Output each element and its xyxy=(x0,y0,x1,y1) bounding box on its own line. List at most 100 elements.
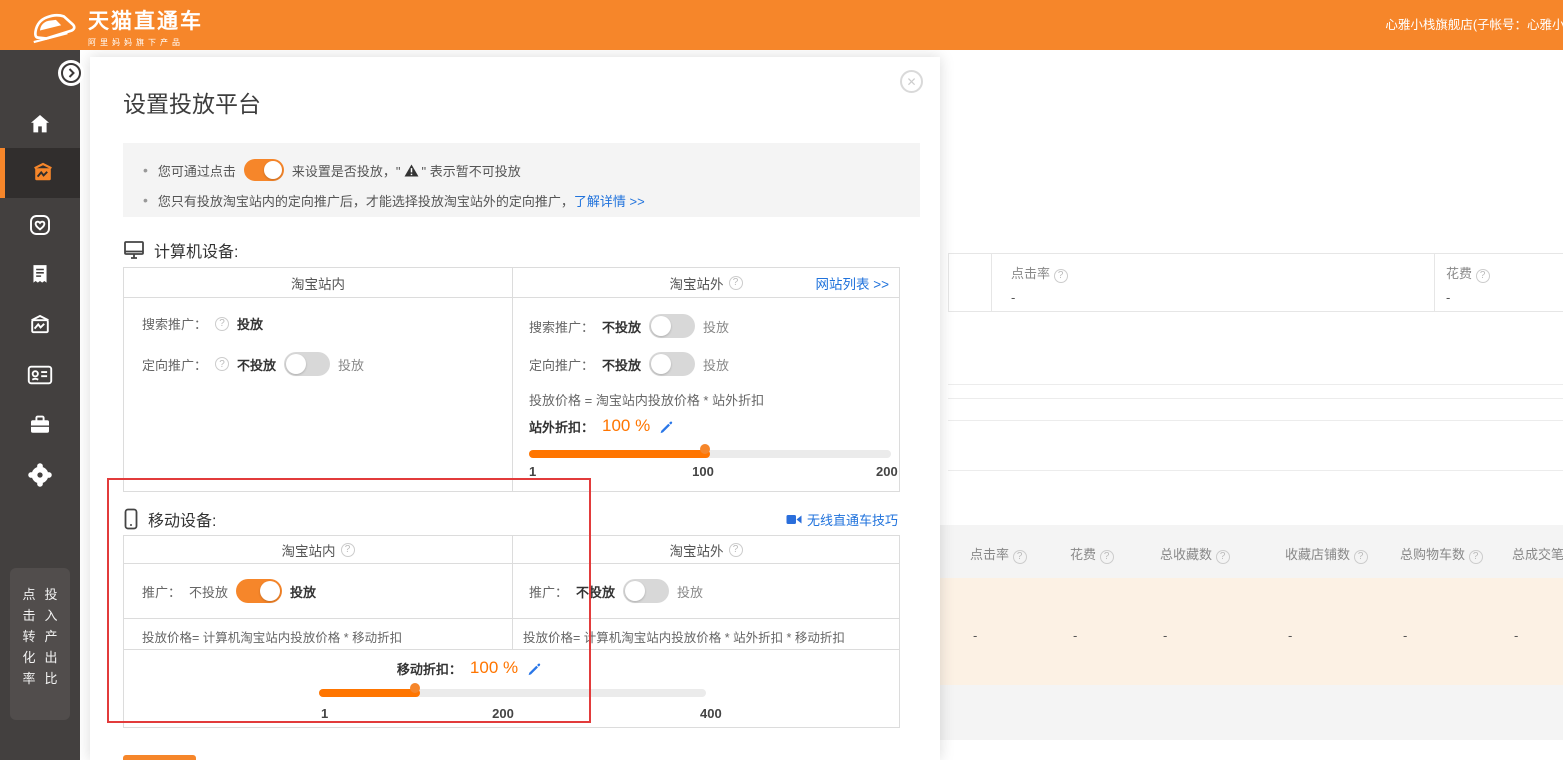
section-title: 计算机设备: xyxy=(154,238,238,262)
status-on: 投放 xyxy=(237,314,263,333)
mobile-offsite-promo-row: 推广： 不投放 投放 xyxy=(529,579,703,603)
receipt-icon xyxy=(29,263,51,287)
cell-value: - xyxy=(1073,628,1077,643)
col-header[interactable]: 花费 xyxy=(1070,544,1114,564)
cell-value: - xyxy=(973,628,977,643)
cell-value: - xyxy=(1288,628,1292,643)
stat-cost: 花费 - xyxy=(1446,263,1490,305)
help-icon[interactable] xyxy=(729,543,743,557)
learn-more-link[interactable]: 了解详情 >> xyxy=(574,191,645,210)
mobile-offsite-promo-toggle[interactable] xyxy=(623,579,669,603)
sidebar-item-account[interactable] xyxy=(0,350,80,400)
help-icon[interactable] xyxy=(729,276,743,290)
stat-value: - xyxy=(1011,290,1068,305)
wireless-tips-link[interactable]: 无线直通车技巧 xyxy=(786,510,898,529)
table-row[interactable] xyxy=(940,685,1563,740)
pc-offsite-price-formula: 投放价格 = 淘宝站内投放价格 * 站外折扣 xyxy=(529,390,764,409)
edit-pencil-icon[interactable] xyxy=(526,661,541,676)
pc-offsite-search-toggle[interactable] xyxy=(649,314,695,338)
stat-click-rate: 点击率 - xyxy=(1011,263,1068,305)
help-icon[interactable] xyxy=(341,543,355,557)
col-header[interactable]: 收藏店铺数 xyxy=(1285,544,1368,564)
computer-platform-table: 淘宝站内 淘宝站外 网站列表 >> 搜索推广： 投放 定向推广： 不投放 投放 xyxy=(123,267,900,492)
close-icon[interactable]: ✕ xyxy=(900,70,923,93)
metric-roi: 投入产出比 xyxy=(43,584,59,720)
sidebar-item-creative[interactable] xyxy=(0,300,80,350)
mobile-offsite-price-formula: 投放价格= 计算机淘宝站内投放价格 * 站外折扣 * 移动折扣 xyxy=(523,627,845,646)
table-row-highlighted[interactable]: - - - - - - xyxy=(940,578,1563,685)
slider-handle[interactable] xyxy=(700,444,710,454)
sidebar-item-home[interactable] xyxy=(0,99,80,149)
col-header[interactable]: 总收藏数 xyxy=(1160,544,1230,564)
sidebar-item-campaign[interactable] xyxy=(0,148,80,198)
mobile-section-header: 移动设备: xyxy=(123,507,216,531)
help-icon[interactable] xyxy=(1216,550,1230,564)
col-header-taobao-onsite: 淘宝站内 xyxy=(124,268,513,297)
sidebar-item-favorites[interactable] xyxy=(0,200,80,250)
monitor-icon xyxy=(123,240,145,260)
id-card-icon xyxy=(27,364,53,386)
mobile-discount-slider[interactable] xyxy=(319,689,706,697)
help-icon[interactable] xyxy=(1054,269,1068,283)
status-off: 不投放 xyxy=(576,582,615,601)
report-table-header: 点击率 花费 总收藏数 收藏店铺数 总购物车数 总成交笔 xyxy=(940,525,1563,578)
briefcase-icon xyxy=(28,413,52,437)
edit-pencil-icon[interactable] xyxy=(658,419,673,434)
help-icon[interactable] xyxy=(1469,550,1483,564)
scale-max: 200 xyxy=(876,464,898,479)
mobile-onsite-promo-toggle[interactable] xyxy=(236,579,282,603)
component-icon xyxy=(28,463,52,487)
sidebar-item-reports[interactable] xyxy=(0,250,80,300)
mobile-onsite-promo-row: 推广： 不投放 投放 xyxy=(142,579,316,603)
help-icon[interactable] xyxy=(1013,550,1027,564)
help-icon[interactable] xyxy=(1354,550,1368,564)
stat-label: 花费 xyxy=(1446,266,1472,281)
offsite-discount-slider[interactable] xyxy=(529,450,891,458)
sidebar-metrics-panel[interactable]: 点击转化率 投入产出比 xyxy=(10,568,70,720)
home-icon xyxy=(28,112,52,136)
slider-handle[interactable] xyxy=(410,683,420,693)
mobile-discount-line: 移动折扣： 100 % xyxy=(319,658,619,678)
offsite-discount-value: 100 % xyxy=(602,416,650,436)
logo-title: 天猫直通车 xyxy=(88,10,203,33)
pc-offsite-target-toggle[interactable] xyxy=(649,352,695,376)
scale-max: 400 xyxy=(700,706,722,721)
mobile-discount-value: 100 % xyxy=(470,658,518,678)
section-title: 移动设备: xyxy=(148,507,216,531)
col-header[interactable]: 总购物车数 xyxy=(1400,544,1483,564)
scale-mid: 200 xyxy=(492,706,514,721)
chevron-right-circle-icon xyxy=(60,62,82,84)
sidebar-expand-button[interactable] xyxy=(58,60,84,86)
confirm-button[interactable] xyxy=(123,755,196,760)
stat-label: 点击率 xyxy=(1011,266,1050,281)
scale-min: 1 xyxy=(529,464,536,479)
picture-frame-icon xyxy=(28,313,52,337)
help-icon[interactable] xyxy=(215,357,229,371)
status-off: 不投放 xyxy=(602,317,641,336)
status-off: 不投放 xyxy=(237,355,276,374)
app-logo: 天猫直通车 阿里妈妈旗下产品 xyxy=(32,5,203,48)
cell-value: - xyxy=(1514,628,1518,643)
status-off: 不投放 xyxy=(602,355,641,374)
sidebar-item-tools[interactable] xyxy=(0,400,80,450)
website-list-link[interactable]: 网站列表 >> xyxy=(815,273,889,293)
col-header[interactable]: 总成交笔 xyxy=(1512,544,1563,563)
phone-icon xyxy=(123,508,139,530)
notice-line-2: • 您只有投放淘宝站内的定向推广后，才能选择投放淘宝站外的定向推广， 了解详情 … xyxy=(143,188,900,212)
help-icon[interactable] xyxy=(1476,269,1490,283)
stat-value: - xyxy=(1446,290,1490,305)
cell-value: - xyxy=(1163,628,1167,643)
notice-box: • 您可通过点击 来设置是否投放，" " 表示暂不可投放 • 您只有投放淘宝站内… xyxy=(123,143,920,217)
pc-offsite-target-row: 定向推广： 不投放 投放 xyxy=(529,352,729,376)
col-header[interactable]: 点击率 xyxy=(970,544,1027,564)
account-name[interactable]: 心雅小栈旗舰店(子帐号：心雅小栈 xyxy=(1385,0,1563,50)
scale-min: 1 xyxy=(321,706,328,721)
pc-onsite-search-row: 搜索推广： 投放 xyxy=(142,314,263,333)
pc-onsite-target-row: 定向推广： 不投放 投放 xyxy=(142,352,364,376)
sidebar-item-apps[interactable] xyxy=(0,450,80,500)
col-header-taobao-offsite: 淘宝站外 xyxy=(513,536,899,563)
pc-onsite-target-toggle[interactable] xyxy=(284,352,330,376)
logo-subtitle: 阿里妈妈旗下产品 xyxy=(88,37,203,48)
help-icon[interactable] xyxy=(1100,550,1114,564)
help-icon[interactable] xyxy=(215,317,229,331)
